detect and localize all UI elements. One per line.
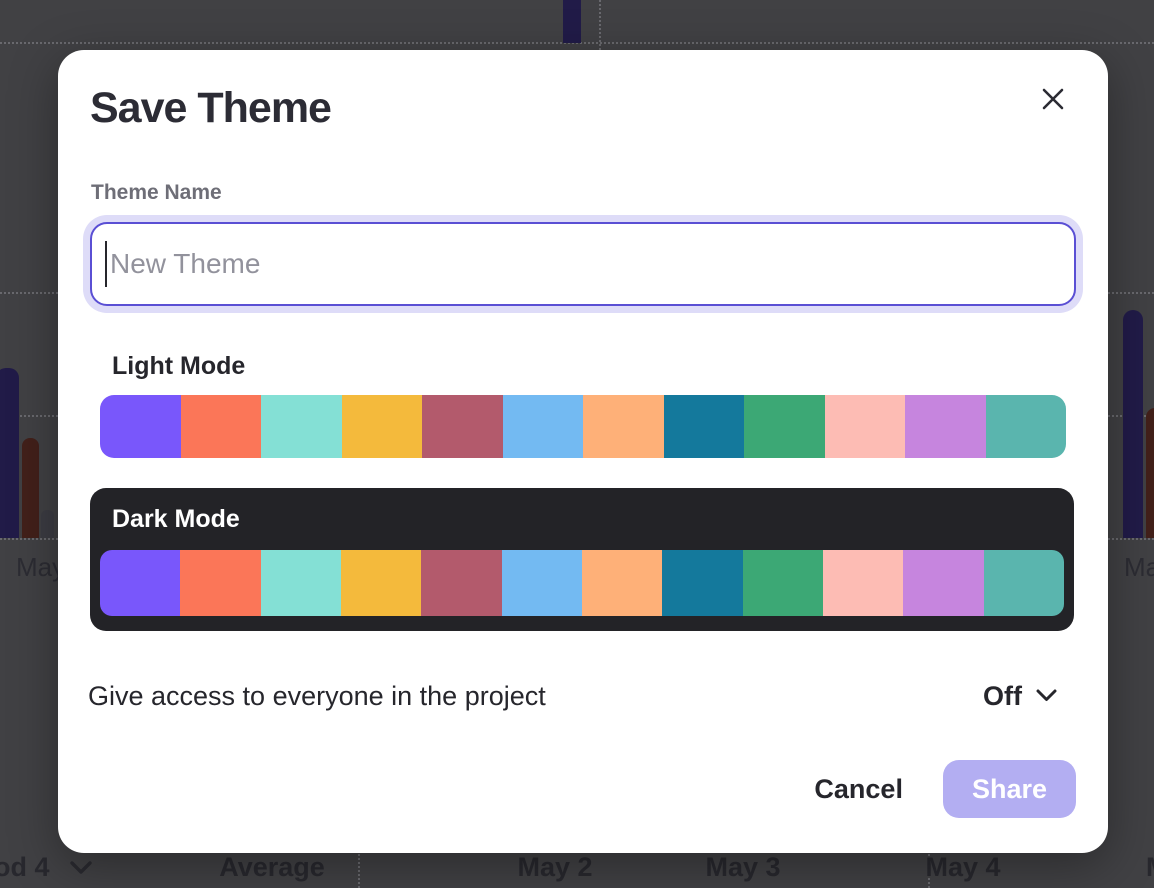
palette-swatch xyxy=(662,550,742,616)
grid-separator xyxy=(358,850,360,888)
palette-swatch xyxy=(181,395,262,458)
dialog-footer: Cancel Share xyxy=(814,760,1076,818)
dark-mode-label: Dark Mode xyxy=(112,505,240,534)
chevron-down-icon xyxy=(70,861,92,875)
light-mode-palette[interactable] xyxy=(100,395,1066,458)
chart-bar xyxy=(1146,408,1154,538)
palette-swatch xyxy=(503,395,584,458)
text-caret xyxy=(105,241,107,287)
chart-bar xyxy=(41,510,54,538)
theme-name-input[interactable] xyxy=(90,222,1076,306)
palette-swatch xyxy=(422,395,503,458)
palette-swatch xyxy=(986,395,1067,458)
palette-swatch xyxy=(341,550,421,616)
x-axis-label: May 4 xyxy=(925,852,1000,883)
chevron-down-icon xyxy=(1036,689,1058,703)
palette-swatch xyxy=(583,395,664,458)
chart-bar xyxy=(0,368,19,538)
palette-swatch xyxy=(342,395,423,458)
x-axis-label: May 2 xyxy=(517,852,592,883)
grid-separator xyxy=(599,0,601,50)
palette-swatch xyxy=(743,550,823,616)
x-axis-label: Average xyxy=(219,852,325,883)
palette-swatch xyxy=(261,395,342,458)
theme-name-label: Theme Name xyxy=(91,181,222,205)
palette-swatch xyxy=(180,550,260,616)
x-axis-label: May 3 xyxy=(705,852,780,883)
gridline xyxy=(0,292,58,294)
access-row: Give access to everyone in the project O… xyxy=(88,676,1058,716)
close-button[interactable] xyxy=(1038,86,1068,116)
palette-swatch xyxy=(100,395,181,458)
access-label: Give access to everyone in the project xyxy=(88,681,546,712)
palette-swatch xyxy=(100,550,180,616)
palette-swatch xyxy=(744,395,825,458)
chart-bar xyxy=(1123,310,1143,538)
gridline xyxy=(0,538,58,540)
palette-swatch xyxy=(984,550,1064,616)
share-button[interactable]: Share xyxy=(943,760,1076,818)
palette-swatch xyxy=(664,395,745,458)
access-value: Off xyxy=(983,681,1022,712)
theme-name-input-wrap xyxy=(90,222,1076,306)
palette-swatch xyxy=(825,395,906,458)
close-icon xyxy=(1040,86,1066,117)
access-dropdown[interactable]: Off xyxy=(983,681,1058,712)
period-label: od 4 xyxy=(0,852,50,883)
dark-mode-palette[interactable] xyxy=(100,550,1064,616)
palette-swatch xyxy=(502,550,582,616)
chart-bar xyxy=(22,438,39,538)
light-mode-label: Light Mode xyxy=(112,352,245,381)
cancel-button[interactable]: Cancel xyxy=(814,774,903,805)
x-axis-label-partial: M xyxy=(1146,852,1154,883)
dark-mode-card[interactable]: Dark Mode xyxy=(90,488,1074,631)
palette-swatch xyxy=(261,550,341,616)
x-axis-label-right: Ma xyxy=(1124,552,1154,583)
period-dropdown[interactable]: od 4 xyxy=(0,852,92,883)
dialog-title: Save Theme xyxy=(90,84,331,133)
palette-swatch xyxy=(905,395,986,458)
palette-swatch xyxy=(903,550,983,616)
save-theme-dialog: Save Theme Theme Name Light Mode Dark Mo… xyxy=(58,50,1108,853)
palette-swatch xyxy=(582,550,662,616)
palette-swatch xyxy=(823,550,903,616)
palette-swatch xyxy=(421,550,501,616)
chart-bar xyxy=(563,0,581,43)
